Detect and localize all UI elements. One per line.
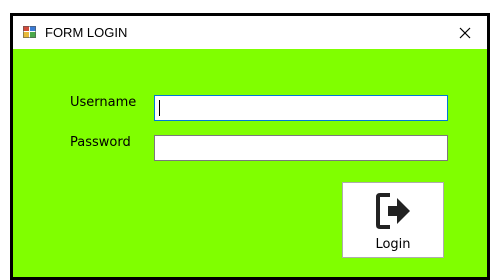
window-title: FORM LOGIN [45, 25, 128, 40]
sign-in-arrow-icon [376, 193, 410, 229]
username-label: Username [70, 95, 137, 110]
title-bar[interactable]: FORM LOGIN [13, 16, 487, 49]
login-window: FORM LOGIN Username Password Login [10, 13, 490, 280]
background-text-fragment [10, 0, 70, 8]
close-button[interactable] [443, 16, 487, 49]
text-caret [159, 100, 160, 116]
login-button[interactable]: Login [342, 182, 444, 258]
form-app-icon [23, 26, 36, 38]
form-body: Username Password Login [13, 49, 487, 277]
password-label: Password [70, 135, 131, 150]
username-field[interactable] [154, 95, 448, 121]
close-icon [459, 27, 471, 38]
password-field[interactable] [154, 135, 448, 161]
login-button-label: Login [375, 237, 411, 252]
